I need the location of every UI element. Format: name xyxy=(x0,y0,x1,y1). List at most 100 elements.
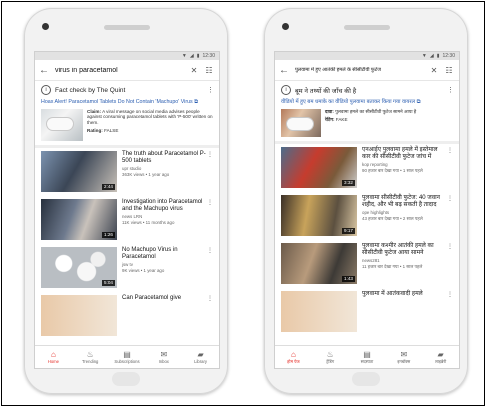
video-item[interactable]: 5:04 No Machupo Virus in Paracetamol jsw … xyxy=(35,244,219,292)
fact-check-rating: Rating: FALSE xyxy=(87,128,119,134)
flame-icon: ♨ xyxy=(326,350,334,359)
wifi-icon: ▼ xyxy=(181,53,187,59)
video-duration: 9:17 xyxy=(342,227,355,234)
video-stats: 9K views • 1 year ago xyxy=(122,268,165,274)
video-thumbnail[interactable]: 1:26 xyxy=(41,198,117,240)
fact-check-thumbnail[interactable] xyxy=(281,108,321,137)
phone-left: ▼ ◢ ▮ 12:30 ← virus in paracetamol ✕ ☷ i… xyxy=(24,8,228,394)
video-item[interactable]: पुलवामा में आतंकवादी हमले ⋮ xyxy=(275,288,459,336)
video-title[interactable]: पुलवामा में आतंकवादी हमले xyxy=(362,291,447,298)
more-vert-icon[interactable]: ⋮ xyxy=(207,295,213,302)
video-title[interactable]: The truth about Paracetamol P-500 tablet… xyxy=(122,151,207,165)
home-button[interactable] xyxy=(352,372,380,386)
video-channel: kop reporting xyxy=(362,161,388,167)
wifi-icon: ▼ xyxy=(421,53,427,59)
fact-check-link[interactable]: वीडियो में हुए बम धमाके का वीडियो पुलवाम… xyxy=(281,99,453,106)
video-thumbnail[interactable]: 2:44 xyxy=(41,150,117,192)
video-thumbnail[interactable]: 1:43 xyxy=(281,242,357,284)
video-stats: 11 हजार बार देखा गया • 1 साल पहले xyxy=(362,264,423,270)
home-icon: ⌂ xyxy=(50,350,56,359)
more-vert-icon[interactable]: ⋮ xyxy=(447,291,453,298)
fact-check-header: बूम ने तथ्यों की जाँच की है xyxy=(295,87,357,95)
nav-home[interactable]: ⌂ Home xyxy=(35,346,72,368)
more-vert-icon[interactable]: ⋮ xyxy=(447,147,453,154)
status-bar: ▼ ◢ ▮ 12:30 xyxy=(35,52,219,60)
video-duration: 5:04 xyxy=(102,279,115,286)
external-link-icon: ⧉ xyxy=(194,99,198,105)
more-vert-icon[interactable]: ⋮ xyxy=(447,86,454,94)
nav-library[interactable]: ▰ Library xyxy=(182,346,219,368)
nav-home[interactable]: ⌂ होम पेज xyxy=(275,346,312,368)
more-vert-icon[interactable]: ⋮ xyxy=(207,151,213,158)
video-stats: 363K views • 1 year ago xyxy=(122,172,170,178)
info-icon: i xyxy=(41,85,51,95)
more-vert-icon[interactable]: ⋮ xyxy=(207,86,214,94)
video-item[interactable]: 1:26 Investigation into Paracetamol and … xyxy=(35,196,219,244)
filter-icon[interactable]: ☷ xyxy=(443,66,455,75)
search-input[interactable]: पुलवामा में हुए आतंकी हमले के सीसीटीवी फ… xyxy=(295,67,429,73)
video-stats: 90 हजार बार देखा गया • 1 साल पहले xyxy=(362,168,423,174)
video-item[interactable]: 3:32 एनआईए पुलवामा हमले में इस्तेमाल कार… xyxy=(275,144,459,192)
video-channel: news281 xyxy=(362,257,380,263)
home-icon: ⌂ xyxy=(290,350,296,359)
info-icon: i xyxy=(281,85,291,95)
filter-icon[interactable]: ☷ xyxy=(203,66,215,75)
phone-right: ▼ ◢ ▮ 12:30 ← पुलवामा में हुए आतंकी हमले… xyxy=(264,8,468,394)
video-title[interactable]: No Machupo Virus in Paracetamol xyxy=(122,247,207,261)
fact-check-panel: i Fact check by The Quint ⋮ Hoax Alert! … xyxy=(35,81,219,148)
video-item[interactable]: Can Paracetamol give ⋮ xyxy=(35,292,219,340)
back-arrow-icon[interactable]: ← xyxy=(279,65,291,76)
fact-check-rating: रेटिंग: FAKE xyxy=(325,117,348,123)
more-vert-icon[interactable]: ⋮ xyxy=(207,199,213,206)
nav-trending[interactable]: ♨ ट्रेंडिंग xyxy=(312,346,349,368)
video-item[interactable]: 1:43 पुलवामा कश्मीर आतंकी हमले का सीसीटी… xyxy=(275,240,459,288)
nav-subscriptions[interactable]: ▤ सदस्यता xyxy=(349,346,386,368)
back-arrow-icon[interactable]: ← xyxy=(39,65,51,76)
search-input[interactable]: virus in paracetamol xyxy=(55,67,189,74)
fact-check-claim: Claim: A viral message on social media a… xyxy=(87,108,213,125)
video-title[interactable]: एनआईए पुलवामा हमले में इस्तेमाल कार की स… xyxy=(362,147,447,161)
bottom-nav: ⌂ Home ♨ Trending ▤ Subscriptions ✉ Inbox ▰ L… xyxy=(35,345,219,368)
video-channel: upr studio xyxy=(122,165,142,171)
home-button[interactable] xyxy=(112,372,140,386)
nav-library[interactable]: ▰ लाइब्रेरी xyxy=(422,346,459,368)
video-channel: ope highlights xyxy=(362,209,390,215)
video-duration: 1:26 xyxy=(102,231,115,238)
status-time: 12:30 xyxy=(442,53,455,59)
nav-inbox[interactable]: ✉ Inbox xyxy=(145,346,182,368)
video-duration: 1:43 xyxy=(342,275,355,282)
video-thumbnail[interactable] xyxy=(281,290,357,332)
more-vert-icon[interactable]: ⋮ xyxy=(447,195,453,202)
search-bar: ← पुलवामा में हुए आतंकी हमले के सीसीटीवी… xyxy=(275,60,459,81)
status-time: 12:30 xyxy=(202,53,215,59)
video-item[interactable]: 2:44 The truth about Paracetamol P-500 t… xyxy=(35,148,219,196)
video-title[interactable]: Investigation into Paracetamol and the M… xyxy=(122,199,207,213)
battery-icon: ▮ xyxy=(436,53,440,59)
video-thumbnail[interactable]: 5:04 xyxy=(41,246,117,288)
signal-icon: ◢ xyxy=(429,53,434,59)
more-vert-icon[interactable]: ⋮ xyxy=(207,247,213,254)
video-item[interactable]: 9:17 पुलवामा सीसीटीवी फुटेज: 40 जवान शही… xyxy=(275,192,459,240)
video-thumbnail[interactable] xyxy=(41,294,117,336)
close-icon[interactable]: ✕ xyxy=(429,66,439,75)
fact-check-link[interactable]: Hoax Alert! Paracetamol Tablets Do Not C… xyxy=(41,99,213,106)
video-stats: 11K views • 11 months ago xyxy=(122,220,175,226)
inbox-icon: ✉ xyxy=(400,350,408,359)
close-icon[interactable]: ✕ xyxy=(189,66,199,75)
video-title[interactable]: Can Paracetamol give xyxy=(122,295,207,302)
video-stats: 43 हजार बार देखा गया • 2 साल पहले xyxy=(362,216,423,222)
fact-check-header: Fact check by The Quint xyxy=(55,86,126,94)
signal-icon: ◢ xyxy=(189,53,194,59)
video-thumbnail[interactable]: 9:17 xyxy=(281,194,357,236)
nav-trending[interactable]: ♨ Trending xyxy=(72,346,109,368)
nav-subscriptions[interactable]: ▤ Subscriptions xyxy=(109,346,146,368)
bottom-nav: ⌂ होम पेज ♨ ट्रेंडिंग ▤ सदस्यता ✉ इनबॉक्स ▰ ल… xyxy=(275,345,459,368)
more-vert-icon[interactable]: ⋮ xyxy=(447,243,453,250)
video-thumbnail[interactable]: 3:32 xyxy=(281,146,357,188)
video-title[interactable]: पुलवामा कश्मीर आतंकी हमले का सीसीटीवी फु… xyxy=(362,243,447,257)
screen-left: ▼ ◢ ▮ 12:30 ← virus in paracetamol ✕ ☷ i… xyxy=(34,51,220,369)
video-title[interactable]: पुलवामा सीसीटीवी फुटेज: 40 जवान शहीद, और… xyxy=(362,195,447,209)
folder-icon: ▰ xyxy=(437,350,444,359)
fact-check-thumbnail[interactable] xyxy=(41,108,83,141)
nav-inbox[interactable]: ✉ इनबॉक्स xyxy=(385,346,422,368)
